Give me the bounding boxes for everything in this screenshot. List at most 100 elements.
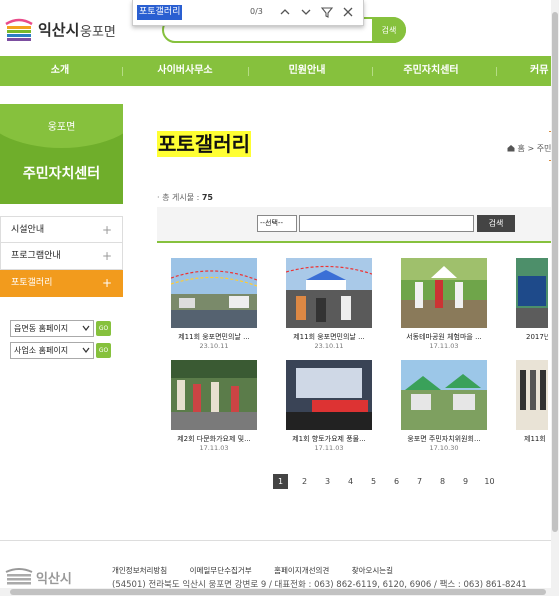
- horizontal-scroll-thumb[interactable]: [10, 589, 546, 595]
- filter-icon[interactable]: [320, 5, 334, 19]
- breadcrumb-text[interactable]: 홈 > 주민: [518, 144, 552, 153]
- gallery-thumbnail[interactable]: [516, 360, 548, 430]
- footer-links: 개인정보처리방침 이메일무단수집거부 홈페이지개선의견 찾아오시는길: [112, 565, 413, 576]
- plus-icon: +: [101, 223, 112, 237]
- vertical-scrollbar[interactable]: [551, 0, 559, 588]
- breadcrumb: 홈 > 주민: [507, 143, 551, 154]
- page-button[interactable]: 10: [482, 474, 497, 489]
- gallery-thumbnail[interactable]: [401, 360, 487, 430]
- footer-logo: 익산시: [4, 566, 84, 587]
- gallery-thumbnail[interactable]: [516, 258, 548, 328]
- nav-item-cyber-office[interactable]: 사이버사무소: [140, 56, 230, 86]
- gallery-thumbnail[interactable]: [401, 258, 487, 328]
- board-search-input[interactable]: [299, 215, 474, 232]
- gallery-date: 23.10.11: [199, 342, 229, 350]
- gallery-caption[interactable]: 제2회 다문화가요제 및...: [171, 434, 257, 444]
- close-icon[interactable]: [341, 5, 355, 19]
- page-button[interactable]: 4: [343, 474, 358, 489]
- gallery-date: 23.10.11: [314, 342, 344, 350]
- city-logo-icon: [5, 568, 33, 585]
- town-homepage-select[interactable]: 읍면동 홈페이지: [10, 320, 94, 337]
- post-count: · 총 게시물 : 75: [157, 192, 213, 203]
- nav-item-intro[interactable]: 소개: [20, 56, 100, 86]
- gallery-item[interactable]: 제11회: [516, 360, 548, 456]
- page-button[interactable]: 6: [389, 474, 404, 489]
- page-button[interactable]: 9: [458, 474, 473, 489]
- gallery-date: 17.11.03: [314, 444, 344, 452]
- home-icon[interactable]: [507, 144, 515, 152]
- gallery-item[interactable]: 제11회 웅포면민의날 ... 23.10.11: [171, 258, 257, 354]
- office-go-button[interactable]: GO: [96, 343, 111, 358]
- gallery-thumbnail[interactable]: [286, 258, 372, 328]
- site-logo[interactable]: 익산시 웅포면: [4, 14, 124, 44]
- gallery-thumbnail[interactable]: [286, 360, 372, 430]
- post-count-label: · 총 게시물 :: [157, 193, 202, 202]
- plus-icon: +: [101, 249, 112, 263]
- chevron-up-icon[interactable]: [278, 5, 292, 19]
- footer-link-feedback[interactable]: 홈페이지개선의견: [274, 566, 329, 575]
- gallery-date: 17.10.30: [429, 444, 459, 452]
- page-button[interactable]: 3: [320, 474, 335, 489]
- gallery-item[interactable]: 제11회 웅포면민의날 ... 23.10.11: [286, 258, 372, 354]
- page-button[interactable]: 1: [273, 474, 288, 489]
- footer-divider: [0, 540, 553, 541]
- select-value: 읍면동 홈페이지: [14, 324, 69, 333]
- search-field-select[interactable]: --선택--: [257, 215, 297, 232]
- gallery-caption[interactable]: 제11회 웅포면민의날 ...: [286, 332, 372, 342]
- page-button[interactable]: 8: [435, 474, 450, 489]
- gallery-caption[interactable]: 제11회: [516, 434, 548, 444]
- gallery-date: 17.11.03: [429, 342, 459, 350]
- gallery-caption[interactable]: 웅포면 주민자치위원회...: [401, 434, 487, 444]
- footer-link-email[interactable]: 이메일무단수집거부: [190, 566, 252, 575]
- board-search-area: --선택-- 검색: [157, 207, 559, 243]
- sidebar-subtitle: 웅포면: [47, 122, 76, 133]
- gallery-item[interactable]: 2017년: [516, 258, 548, 354]
- sidebar-item-label: 프로그램안내: [11, 251, 61, 261]
- page-button[interactable]: 7: [412, 474, 427, 489]
- board-search-button[interactable]: 검색: [477, 215, 515, 232]
- horizontal-scrollbar[interactable]: [0, 588, 559, 596]
- find-query: 포토갤러리: [137, 5, 183, 20]
- select-value: --선택--: [260, 219, 283, 227]
- nav-item-civil-service[interactable]: 민원안내: [267, 56, 347, 86]
- logo-subtitle: 웅포면: [80, 25, 116, 40]
- gallery-caption[interactable]: 2017년: [516, 332, 548, 342]
- sidebar-item-photo-gallery[interactable]: 포토갤러리 +: [0, 270, 123, 297]
- nav-divider: [122, 67, 123, 76]
- page-button[interactable]: 2: [297, 474, 312, 489]
- footer-link-privacy[interactable]: 개인정보처리방침: [112, 566, 167, 575]
- main-navigation: 소개 사이버사무소 민원안내 주민자치센터 커뮤: [0, 56, 559, 86]
- gallery-caption[interactable]: 제11회 웅포면민의날 ...: [171, 332, 257, 342]
- gallery-thumbnail[interactable]: [171, 258, 257, 328]
- nav-divider: [496, 67, 497, 76]
- nav-item-community-center[interactable]: 주민자치센터: [385, 56, 477, 86]
- gallery-thumbnail[interactable]: [171, 360, 257, 430]
- city-logo-icon: [5, 18, 33, 41]
- page-title: 포토갤러리: [157, 131, 251, 157]
- find-in-page-bar: 포토갤러리 0/3: [132, 0, 364, 26]
- page-button[interactable]: 5: [366, 474, 381, 489]
- find-match-count: 0/3: [250, 7, 263, 16]
- gallery-item[interactable]: 제1회 향토가요제 풍물... 17.11.03: [286, 360, 372, 456]
- gallery-date: 17.11.03: [199, 444, 229, 452]
- sidebar-item-program[interactable]: 프로그램안내 +: [0, 243, 123, 270]
- footer-logo-text: 익산시: [36, 572, 72, 587]
- chevron-down-icon: [82, 347, 90, 353]
- footer-link-directions[interactable]: 찾아오시는길: [352, 566, 393, 575]
- site-search-button[interactable]: 검색: [372, 17, 406, 43]
- sidebar-item-facility[interactable]: 시설안내 +: [0, 216, 123, 243]
- office-homepage-select[interactable]: 사업소 홈페이지: [10, 342, 94, 359]
- find-input[interactable]: 포토갤러리: [137, 5, 183, 20]
- gallery-caption[interactable]: 서동테마공원 체험마을 ...: [401, 332, 487, 342]
- gallery-item[interactable]: 서동테마공원 체험마을 ... 17.11.03: [401, 258, 487, 354]
- plus-icon: +: [101, 276, 112, 290]
- chevron-down-icon[interactable]: [299, 5, 313, 19]
- gallery-item[interactable]: 제2회 다문화가요제 및... 17.11.03: [171, 360, 257, 456]
- logo-text: 익산시: [38, 21, 80, 39]
- gallery-caption[interactable]: 제1회 향토가요제 풍물...: [286, 434, 372, 444]
- chevron-down-icon: [82, 325, 90, 331]
- town-go-button[interactable]: GO: [96, 321, 111, 336]
- sidebar-item-label: 포토갤러리: [11, 278, 53, 288]
- gallery-item[interactable]: 웅포면 주민자치위원회... 17.10.30: [401, 360, 487, 456]
- vertical-scroll-thumb[interactable]: [552, 12, 558, 532]
